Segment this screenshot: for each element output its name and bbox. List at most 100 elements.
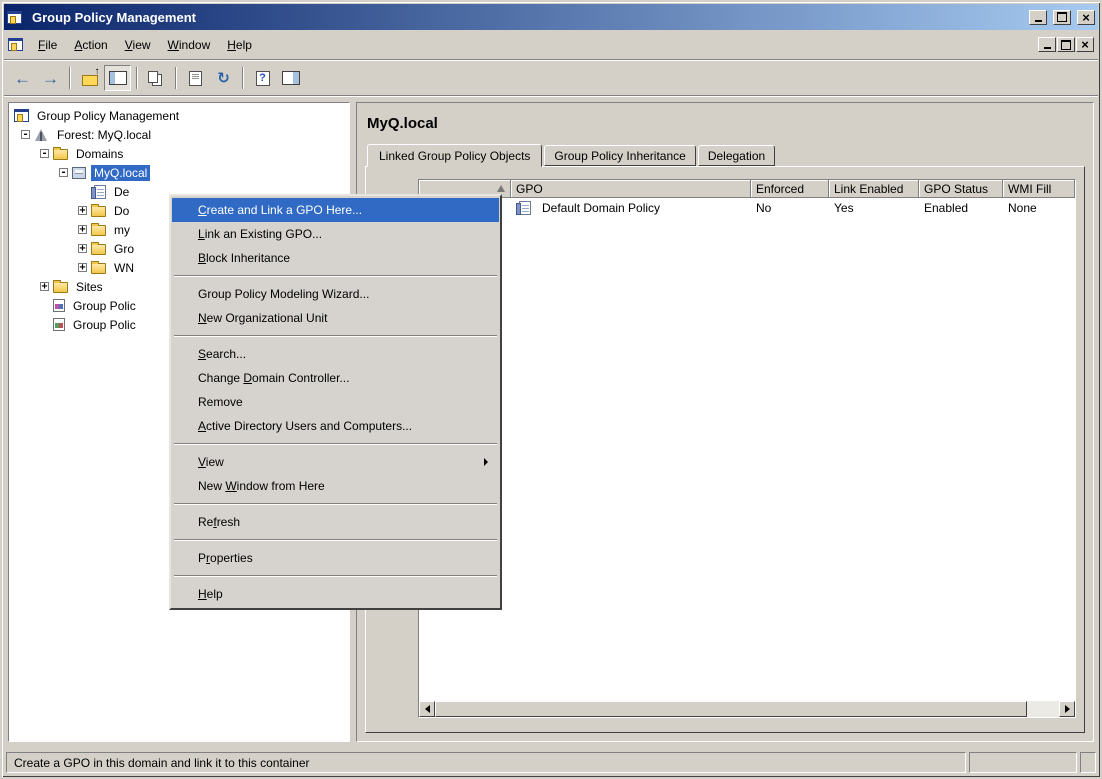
tab-linked-group-policy-objects[interactable]: Linked Group Policy Objects bbox=[367, 144, 542, 167]
child-close-button[interactable] bbox=[1076, 37, 1094, 52]
tree-expander[interactable]: + bbox=[78, 206, 87, 215]
linked-gpo-list: GPO Enforced Link Enabled GPO Status WMI… bbox=[418, 179, 1076, 718]
toolbar-help-button[interactable] bbox=[249, 65, 276, 91]
tree-item-forest-myq-local[interactable]: - Forest: MyQ.local bbox=[9, 125, 349, 144]
menu-item-group-policy-modeling-wizard[interactable]: Group Policy Modeling Wizard... bbox=[172, 282, 499, 306]
menu-item-block-inheritance[interactable]: Block Inheritance bbox=[172, 246, 499, 270]
toolbar-up-one-level-button[interactable] bbox=[76, 65, 103, 91]
status-bar: Create a GPO in this domain and link it … bbox=[4, 748, 1098, 775]
tree-expander[interactable]: + bbox=[40, 282, 49, 291]
column-header-gpo-status[interactable]: GPO Status bbox=[919, 180, 1003, 198]
label-post: ew Organizational Unit bbox=[207, 311, 328, 325]
menu-item-link-an-existing-gpo[interactable]: Link an Existing GPO... bbox=[172, 222, 499, 246]
tab-delegation[interactable]: Delegation bbox=[698, 145, 775, 166]
tree-item-label: Domains bbox=[73, 146, 126, 162]
back-icon bbox=[12, 68, 34, 88]
minimize-icon bbox=[1030, 11, 1046, 24]
menu-window[interactable]: Window bbox=[160, 34, 219, 56]
page-title: MyQ.local bbox=[367, 115, 1085, 132]
menu-separator bbox=[174, 575, 497, 577]
toolbar-separator bbox=[136, 67, 138, 89]
column-header-gpo[interactable]: GPO bbox=[511, 180, 751, 198]
show-hide-console-tree-icon bbox=[107, 68, 129, 88]
sort-ascending-icon bbox=[497, 185, 505, 192]
toolbar-export-list-button[interactable] bbox=[143, 65, 170, 91]
toolbar-show-console-tree-button[interactable] bbox=[104, 65, 131, 91]
folder-icon bbox=[91, 225, 106, 236]
toolbar-show-action-pane-button[interactable] bbox=[277, 65, 304, 91]
menu-item-search[interactable]: Search... bbox=[172, 342, 499, 366]
menu-item-create-and-link-gpo-here[interactable]: Create and Link a GPO Here... bbox=[172, 198, 499, 222]
gpo-icon bbox=[519, 201, 531, 215]
menu-item-change-domain-controller[interactable]: Change Domain Controller... bbox=[172, 366, 499, 390]
label-post: ile bbox=[45, 38, 57, 52]
maximize-button[interactable] bbox=[1053, 10, 1071, 25]
tree-expander[interactable]: - bbox=[21, 130, 30, 139]
toolbar-properties-button[interactable] bbox=[182, 65, 209, 91]
table-row-default-domain-policy[interactable]: Default Domain Policy No Yes Enabled Non… bbox=[419, 198, 1075, 217]
tree-item-label: Group Polic bbox=[70, 317, 139, 333]
label-pre: Change bbox=[198, 371, 243, 385]
gpo-icon bbox=[94, 185, 106, 199]
menu-item-properties[interactable]: Properties bbox=[172, 546, 499, 570]
menu-item-new-organizational-unit[interactable]: New Organizational Unit bbox=[172, 306, 499, 330]
menu-help[interactable]: Help bbox=[219, 34, 260, 56]
tree-item-group-policy-management[interactable]: Group Policy Management bbox=[9, 106, 349, 125]
menu-item-active-directory-users-and-computers[interactable]: Active Directory Users and Computers... bbox=[172, 414, 499, 438]
close-button[interactable] bbox=[1077, 10, 1095, 25]
tree-item-label: Group Policy Management bbox=[34, 108, 182, 124]
group-policy-modeling-icon bbox=[53, 299, 65, 312]
refresh-icon bbox=[213, 68, 235, 88]
tree-item-myq-local-domain[interactable]: - MyQ.local bbox=[9, 163, 349, 182]
tree-expander[interactable]: - bbox=[40, 149, 49, 158]
cell-wmi-filter: None bbox=[1003, 200, 1075, 216]
label-accel: H bbox=[198, 587, 207, 601]
scrollbar-track[interactable] bbox=[1027, 701, 1059, 717]
title-bar[interactable]: Group Policy Management bbox=[4, 4, 1098, 30]
toolbar-back-button[interactable] bbox=[9, 65, 36, 91]
child-minimize-button[interactable] bbox=[1038, 37, 1056, 52]
tree-expander[interactable]: + bbox=[78, 244, 87, 253]
scrollbar-thumb[interactable] bbox=[435, 701, 1027, 717]
show-hide-action-pane-icon bbox=[280, 68, 302, 88]
label-accel: V bbox=[125, 38, 133, 52]
toolbar-separator bbox=[175, 67, 177, 89]
label-post: ction bbox=[82, 38, 107, 52]
sites-folder-icon bbox=[53, 282, 68, 293]
close-icon bbox=[1077, 38, 1093, 51]
toolbar-separator bbox=[69, 67, 71, 89]
menu-item-remove[interactable]: Remove bbox=[172, 390, 499, 414]
scroll-left-button[interactable] bbox=[419, 701, 435, 717]
tree-item-label: Group Polic bbox=[70, 298, 139, 314]
restore-icon bbox=[1054, 11, 1070, 24]
menu-item-view[interactable]: View bbox=[172, 450, 499, 474]
label-post: lock Inheritance bbox=[206, 251, 290, 265]
menu-file[interactable]: File bbox=[30, 34, 65, 56]
menu-item-refresh[interactable]: Refresh bbox=[172, 510, 499, 534]
toolbar-refresh-button[interactable] bbox=[210, 65, 237, 91]
column-label: WMI Fill bbox=[1008, 182, 1051, 196]
tree-expander[interactable]: - bbox=[59, 168, 68, 177]
arrow-right-icon bbox=[1065, 705, 1070, 713]
menu-action[interactable]: Action bbox=[66, 34, 115, 56]
tab-group-policy-inheritance[interactable]: Group Policy Inheritance bbox=[544, 145, 695, 166]
folder-icon bbox=[91, 206, 106, 217]
tree-expander[interactable]: + bbox=[78, 263, 87, 272]
column-header-wmi-filter[interactable]: WMI Fill bbox=[1003, 180, 1075, 198]
menu-item-new-window-from-here[interactable]: New Window from Here bbox=[172, 474, 499, 498]
menu-view[interactable]: View bbox=[117, 34, 159, 56]
horizontal-scrollbar[interactable] bbox=[419, 701, 1075, 717]
toolbar-forward-button[interactable] bbox=[37, 65, 64, 91]
column-header-enforced[interactable]: Enforced bbox=[751, 180, 829, 198]
label-accel: S bbox=[198, 347, 206, 361]
minimize-button[interactable] bbox=[1029, 10, 1047, 25]
column-header-link-enabled[interactable]: Link Enabled bbox=[829, 180, 919, 198]
label-accel: C bbox=[198, 203, 207, 217]
menu-item-help[interactable]: Help bbox=[172, 582, 499, 606]
scroll-right-button[interactable] bbox=[1059, 701, 1075, 717]
tree-item-domains[interactable]: - Domains bbox=[9, 144, 349, 163]
tree-expander[interactable]: + bbox=[78, 225, 87, 234]
menu-separator bbox=[174, 335, 497, 337]
child-restore-button[interactable] bbox=[1057, 37, 1075, 52]
tree-item-label: MyQ.local bbox=[91, 165, 150, 181]
